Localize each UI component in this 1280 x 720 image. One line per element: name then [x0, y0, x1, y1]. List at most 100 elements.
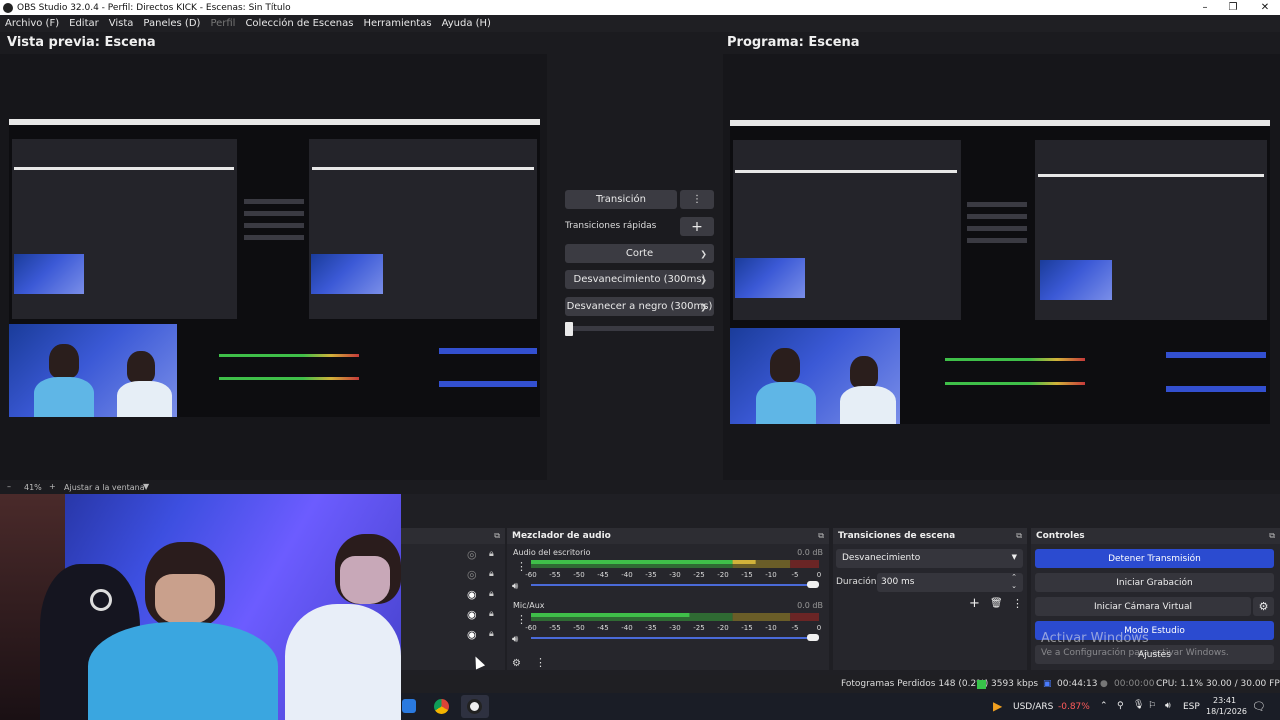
- popout-icon[interactable]: ⧉: [818, 531, 824, 541]
- scale-tick-label: -55: [549, 624, 560, 632]
- studio-mode-button[interactable]: Modo Estudio: [1035, 621, 1274, 640]
- meter-level: [531, 560, 733, 564]
- popout-icon[interactable]: ⧉: [1016, 531, 1022, 541]
- mail-app-icon[interactable]: [402, 699, 416, 713]
- add-transition-icon[interactable]: +: [969, 596, 980, 611]
- microphone-icon[interactable]: 🎙︎: [1133, 700, 1144, 710]
- quick-transition-fade-label: Desvanecimiento (300ms): [573, 274, 706, 285]
- mixer-title: Mezclador de audio: [512, 531, 611, 541]
- tray-app-icon[interactable]: ⚲: [1117, 701, 1124, 711]
- lock-icon[interactable]: 🔒︎: [489, 589, 494, 599]
- mixer-settings-icon: ⚙: [512, 658, 521, 669]
- eye-icon[interactable]: ◉: [467, 628, 477, 641]
- audio-mixer-dock: Mezclador de audio ⧉ Audio del escritorio…: [507, 528, 829, 670]
- clock-time[interactable]: 23:41: [1213, 696, 1236, 705]
- channel-name: Mic/Aux: [513, 601, 545, 610]
- volume-track: [531, 584, 819, 586]
- quick-transition-fade-black[interactable]: Desvanecer a negro (300ms) ❯: [565, 297, 714, 316]
- scale-tick-label: -30: [669, 624, 680, 632]
- trash-icon[interactable]: 🗑︎: [990, 598, 1003, 609]
- program-image: [730, 120, 1270, 424]
- scene-transitions-header: Transiciones de escena ⧉: [833, 528, 1027, 544]
- add-quick-transition-icon[interactable]: +: [680, 217, 714, 236]
- scale-tick-label: -20: [717, 571, 728, 579]
- transition-button[interactable]: Transición: [565, 190, 677, 209]
- preview-zoom-bar: – 41% + Ajustar a la ventana ▼: [0, 481, 547, 494]
- eye-hidden-icon[interactable]: ◎: [467, 548, 477, 561]
- menu-paneles[interactable]: Paneles (D): [138, 18, 205, 29]
- scale-tick-label: -45: [597, 571, 608, 579]
- minimize-button[interactable]: –: [1190, 0, 1220, 15]
- scale-tick-label: -50: [573, 571, 584, 579]
- virtual-camera-button[interactable]: Iniciar Cámara Virtual: [1035, 597, 1251, 616]
- scene-transitions-dock: Transiciones de escena ⧉ Desvanecimiento ▼…: [833, 528, 1027, 670]
- lock-icon[interactable]: 🔒︎: [489, 549, 494, 559]
- menu-herramientas[interactable]: Herramientas: [358, 18, 436, 29]
- notification-icon[interactable]: 🗨︎: [1252, 700, 1266, 713]
- mixer-header: Mezclador de audio ⧉: [507, 528, 829, 544]
- lock-icon[interactable]: 🔒︎: [489, 609, 494, 619]
- record-icon: ●: [1100, 679, 1108, 689]
- fit-dropdown-icon[interactable]: ▼: [143, 482, 149, 491]
- menu-coleccion-escenas[interactable]: Colección de Escenas: [240, 18, 358, 29]
- eye-icon[interactable]: ◉: [467, 588, 477, 601]
- settings-button[interactable]: Ajustes: [1035, 645, 1274, 664]
- more-options-icon[interactable]: ⋮: [1012, 597, 1023, 610]
- menu-editar[interactable]: Editar: [64, 18, 104, 29]
- chevron-down-icon: ❯: [700, 302, 707, 311]
- quick-transition-cut[interactable]: Corte ❯: [565, 244, 714, 263]
- volume-handle: [807, 581, 819, 588]
- menu-vista[interactable]: Vista: [104, 18, 139, 29]
- spin-arrows-icon[interactable]: ⌃ ⌄: [1011, 573, 1017, 591]
- popout-icon[interactable]: ⧉: [1269, 531, 1275, 541]
- duration-value: 300 ms: [881, 577, 915, 587]
- preview-canvas[interactable]: [0, 54, 547, 480]
- eye-icon[interactable]: ◉: [467, 608, 477, 621]
- meter-level-peak: [732, 560, 756, 564]
- transition-select[interactable]: Desvanecimiento ▼: [836, 549, 1023, 568]
- menu-perfil[interactable]: Perfil: [205, 18, 240, 29]
- menu-bar: Archivo (F) Editar Vista Paneles (D) Per…: [0, 15, 1280, 32]
- currency-icon: ▶: [993, 699, 1003, 713]
- keyboard-language[interactable]: ESP: [1183, 702, 1200, 712]
- scale-tick-label: -15: [741, 571, 752, 579]
- cpu-usage: CPU: 1.1%: [1156, 679, 1204, 689]
- quick-transition-fade[interactable]: Desvanecimiento (300ms) ❯: [565, 270, 714, 289]
- lock-icon[interactable]: 🔒︎: [489, 569, 494, 579]
- tbar-slider[interactable]: [565, 322, 573, 336]
- mixer-menu-icon: ⋮: [535, 656, 546, 669]
- zoom-out-button[interactable]: –: [7, 482, 11, 491]
- transition-select-value: Desvanecimiento: [842, 553, 921, 563]
- scale-tick-label: -10: [765, 624, 776, 632]
- eye-hidden-icon[interactable]: ◎: [467, 568, 477, 581]
- scale-tick-label: -25: [693, 624, 704, 632]
- menu-ayuda[interactable]: Ayuda (H): [437, 18, 496, 29]
- volume-handle: [807, 634, 819, 641]
- lock-icon[interactable]: 🔒︎: [489, 629, 494, 639]
- scale-tick-label: -40: [621, 624, 632, 632]
- volume-icon[interactable]: 🔊︎: [1165, 701, 1171, 711]
- fit-window-label[interactable]: Ajustar a la ventana: [64, 483, 145, 492]
- transition-menu-icon[interactable]: ⋮: [680, 190, 714, 209]
- gear-icon[interactable]: ⚙: [1253, 597, 1274, 616]
- close-button[interactable]: ✕: [1250, 0, 1280, 15]
- channel-menu-icon: ⋮: [516, 560, 527, 573]
- clock-date[interactable]: 18/1/2026: [1206, 707, 1247, 716]
- stop-stream-button[interactable]: Detener Transmisión: [1035, 549, 1274, 568]
- tray-expand-icon[interactable]: ⌃: [1100, 701, 1108, 711]
- program-canvas: [723, 54, 1280, 480]
- tray-icon[interactable]: ⚐: [1148, 701, 1156, 711]
- menu-archivo[interactable]: Archivo (F): [0, 18, 64, 29]
- maximize-button[interactable]: ❐: [1218, 0, 1248, 15]
- start-record-button[interactable]: Iniciar Grabación: [1035, 573, 1274, 592]
- volume-track: [531, 637, 819, 639]
- scale-tick-label: -35: [645, 624, 656, 632]
- sources-header: ⧉: [401, 528, 505, 544]
- chrome-icon[interactable]: [434, 699, 449, 714]
- zoom-in-button[interactable]: +: [49, 482, 56, 491]
- duration-input[interactable]: 300 ms ⌃ ⌄: [877, 573, 1023, 592]
- popout-icon[interactable]: ⧉: [494, 531, 500, 541]
- obs-icon: [467, 699, 482, 714]
- ticker-name: USD/ARS: [1013, 702, 1054, 712]
- scale-tick-label: -25: [693, 571, 704, 579]
